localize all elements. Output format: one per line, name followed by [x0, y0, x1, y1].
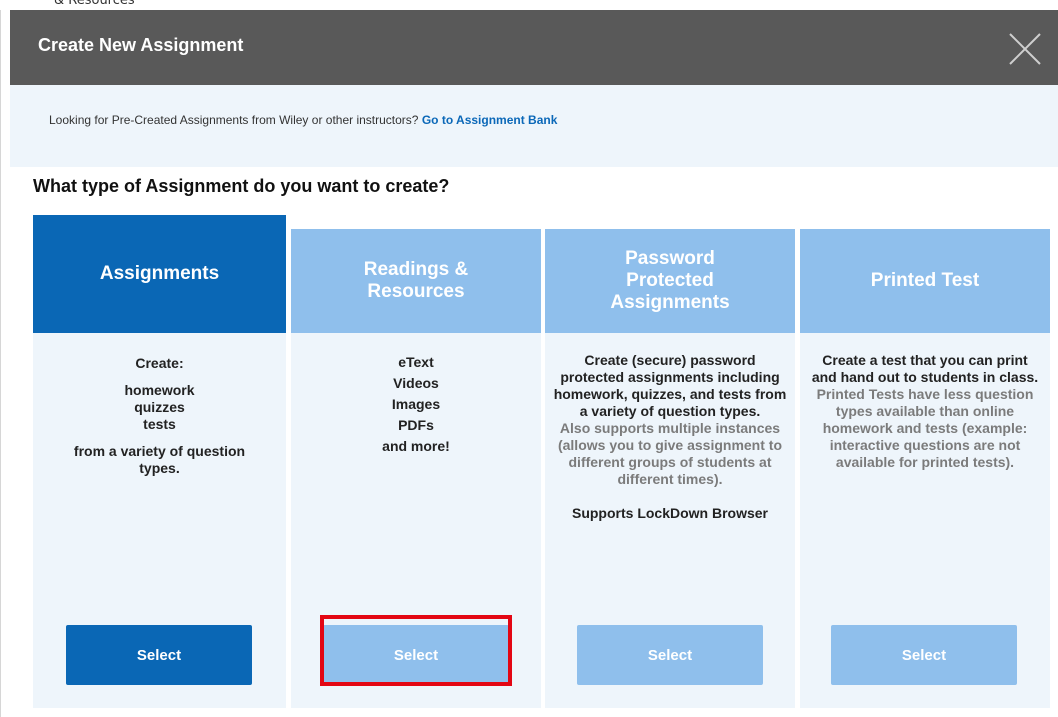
card-title-password-protected: Password Protected Assignments — [610, 248, 730, 313]
card-line: PDFs — [398, 417, 434, 433]
card-line: Videos — [393, 375, 439, 391]
background-page-strip: & Resources — [0, 0, 1058, 10]
card-header-printed-test[interactable]: Printed Test — [800, 229, 1050, 333]
card-line: tests — [143, 416, 176, 432]
card-line: eText — [398, 354, 434, 370]
card-line: Create: — [135, 355, 184, 371]
modal-titlebar: Create New Assignment — [10, 10, 1058, 85]
card-header-assignments[interactable]: Assignments — [33, 215, 286, 333]
close-icon[interactable] — [1008, 32, 1042, 66]
card-line: and more! — [382, 438, 450, 454]
card-title-assignments: Assignments — [99, 263, 220, 284]
select-readings-resources-button[interactable]: Select — [323, 625, 509, 685]
card-line: Create a test that you can print and han… — [811, 352, 1039, 385]
card-line: Create (secure) password protected assig… — [553, 352, 787, 419]
card-line: Images — [391, 396, 441, 412]
card-line: homework — [124, 382, 195, 398]
card-line: from a variety of question — [73, 443, 246, 459]
select-password-protected-button[interactable]: Select — [577, 625, 763, 685]
card-line-muted: Also supports multiple instances (allows… — [557, 420, 783, 487]
go-to-assignment-bank-link[interactable]: Go to Assignment Bank — [422, 113, 558, 127]
card-header-readings-resources[interactable]: Readings & Resources — [291, 229, 541, 333]
assignment-bank-bar: Looking for Pre-Created Assignments from… — [10, 85, 1058, 167]
modal-title: Create New Assignment — [38, 35, 244, 55]
card-line: quizzes — [134, 399, 185, 415]
card-title-printed-test: Printed Test — [870, 270, 980, 291]
select-assignments-button[interactable]: Select — [66, 625, 252, 685]
card-line: types. — [139, 460, 180, 476]
background-crumb-text: & Resources — [54, 0, 135, 8]
assignment-bank-prompt: Looking for Pre-Created Assignments from… — [49, 113, 419, 127]
card-line-muted: Printed Tests have less question types a… — [816, 386, 1034, 470]
card-header-password-protected[interactable]: Password Protected Assignments — [545, 229, 795, 333]
assignment-bank-text: Looking for Pre-Created Assignments from… — [49, 113, 557, 127]
create-assignment-modal: Create New Assignment Looking for Pre-Cr… — [10, 10, 1058, 717]
background-page-edge — [0, 10, 1, 717]
card-title-readings-resources: Readings & Resources — [363, 259, 469, 302]
select-printed-test-button[interactable]: Select — [831, 625, 1017, 685]
card-line: Supports LockDown Browser — [571, 505, 769, 521]
assignment-type-question: What type of Assignment do you want to c… — [33, 176, 450, 196]
